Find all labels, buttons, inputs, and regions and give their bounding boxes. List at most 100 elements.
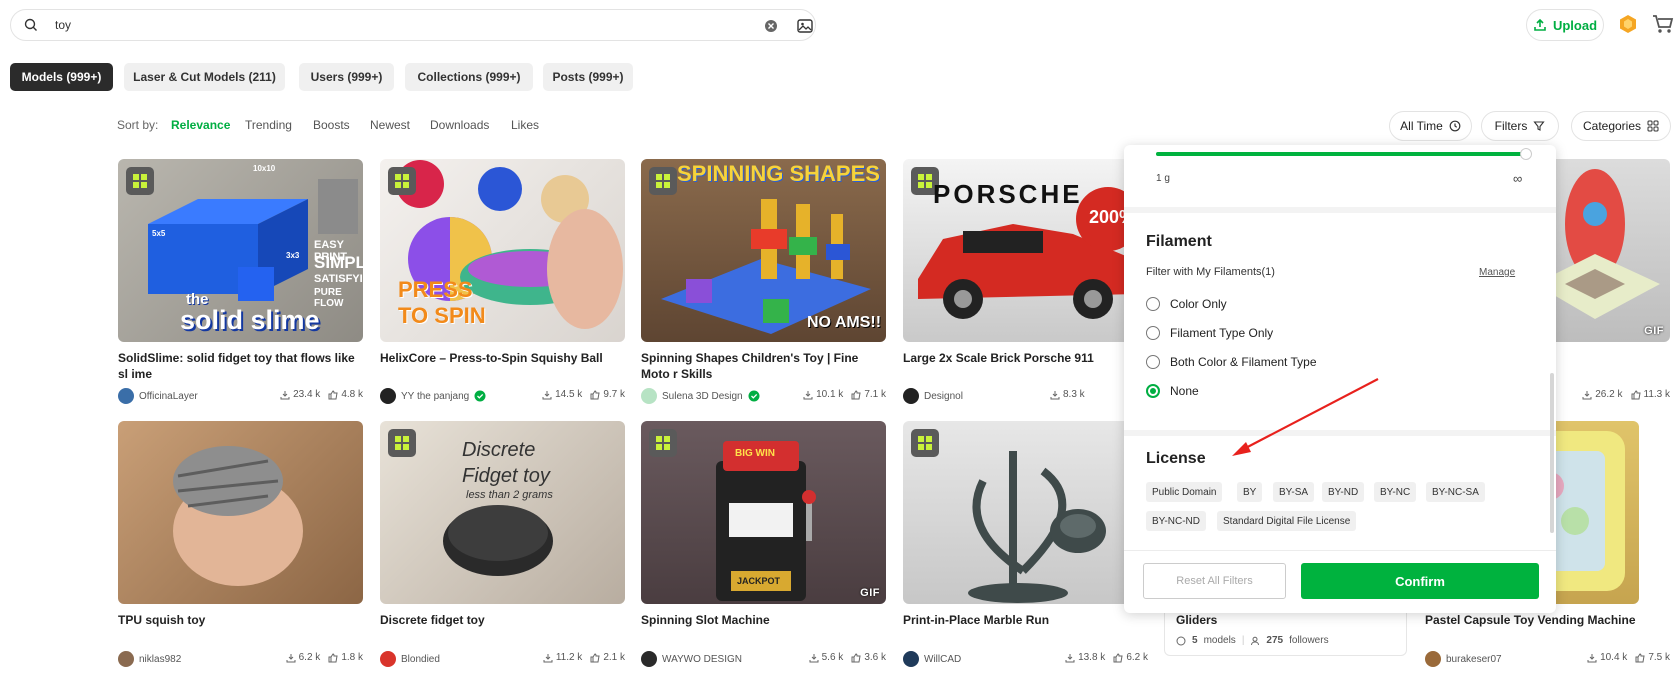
avatar xyxy=(118,388,134,404)
weight-filter: 1 g ∞ xyxy=(1134,145,1534,205)
manage-filaments-link[interactable]: Manage xyxy=(1479,267,1515,278)
download-icon xyxy=(1050,390,1060,399)
confirm-button[interactable]: Confirm xyxy=(1301,563,1539,599)
card-stats: 26.2 k 11.3 k xyxy=(1560,389,1670,400)
weight-slider-handle[interactable] xyxy=(1520,148,1532,160)
card-stats: 11.2 k 2.1 k xyxy=(515,652,625,663)
card-title[interactable]: Spinning Shapes Children's Toy | Fine Mo… xyxy=(641,350,887,382)
overlay-text: Discrete xyxy=(462,439,536,461)
card-thumbnail[interactable]: Discrete Fidget toy less than 2 grams xyxy=(380,421,625,604)
filters-button[interactable]: Filters xyxy=(1481,111,1559,141)
overlay-text: TO SPIN xyxy=(398,303,486,328)
sort-newest[interactable]: Newest xyxy=(370,118,410,132)
download-icon xyxy=(1587,653,1597,662)
card-title[interactable]: Pastel Capsule Toy Vending Machine xyxy=(1425,612,1671,628)
license-chip-by-sa[interactable]: BY-SA xyxy=(1273,482,1315,502)
sort-likes[interactable]: Likes xyxy=(511,118,539,132)
upload-button[interactable]: Upload xyxy=(1526,9,1604,41)
tab-collections[interactable]: Collections (999+) xyxy=(405,63,533,91)
clear-icon[interactable] xyxy=(763,18,779,34)
card-author[interactable]: burakeser07 xyxy=(1425,651,1502,667)
license-chip-standard-digital-file[interactable]: Standard Digital File License xyxy=(1217,511,1357,531)
card-title[interactable]: Spinning Slot Machine xyxy=(641,612,887,628)
card-author[interactable]: Sulena 3D Design xyxy=(641,388,760,404)
avatar xyxy=(641,651,657,667)
like-icon xyxy=(328,389,338,399)
radio-circle[interactable] xyxy=(1146,297,1160,311)
card-author[interactable]: YY the panjang xyxy=(380,388,486,404)
card-author[interactable]: niklas982 xyxy=(118,651,181,667)
tab-posts[interactable]: Posts (999+) xyxy=(543,63,633,91)
card-title[interactable]: Large 2x Scale Brick Porsche 911 xyxy=(903,350,1149,366)
card-stats: 5.6 k 3.6 k xyxy=(776,652,886,663)
card-author[interactable]: OfficinaLayer xyxy=(118,388,198,404)
license-chip-by-nd[interactable]: BY-ND xyxy=(1322,482,1365,502)
card-thumbnail[interactable] xyxy=(903,421,1148,604)
card-author[interactable]: Blondied xyxy=(380,651,440,667)
cart-icon[interactable] xyxy=(1652,14,1674,34)
radio-circle-selected[interactable] xyxy=(1146,384,1160,398)
card-thumbnail[interactable]: BIG WIN JACKPOT GIF xyxy=(641,421,886,604)
card-thumbnail[interactable]: 10x10 3x3 5x5 EASY PRINT SIMPLE SATISFYI… xyxy=(118,159,363,342)
panel-scrollbar[interactable] xyxy=(1550,373,1554,533)
download-icon xyxy=(280,390,290,399)
sort-boosts[interactable]: Boosts xyxy=(313,118,350,132)
card-title[interactable]: Discrete fidget toy xyxy=(380,612,626,628)
download-icon xyxy=(1065,653,1075,662)
card-thumbnail[interactable]: PRESS TO SPIN xyxy=(380,159,625,342)
license-chip-by-nc[interactable]: BY-NC xyxy=(1374,482,1417,502)
weight-min-label: 1 g xyxy=(1156,173,1170,184)
card-stats: 6.2 k 1.8 k xyxy=(253,652,363,663)
maker-badge-icon xyxy=(126,167,154,195)
sort-downloads[interactable]: Downloads xyxy=(430,118,489,132)
card-author[interactable]: Designol xyxy=(903,388,963,404)
model-icon xyxy=(1176,636,1186,645)
radio-color-only[interactable]: Color Only xyxy=(1146,297,1227,311)
card-author[interactable]: WAYWO DESIGN xyxy=(641,651,742,667)
license-chip-by-nc-nd[interactable]: BY-NC-ND xyxy=(1146,511,1206,531)
card-title[interactable]: SolidSlime: solid fidget toy that flows … xyxy=(118,350,364,382)
like-icon xyxy=(1635,652,1645,662)
collection-models-count: 5 xyxy=(1192,635,1198,646)
like-icon xyxy=(590,389,600,399)
reset-filters-button[interactable]: Reset All Filters xyxy=(1143,563,1286,599)
image-search-icon[interactable] xyxy=(796,17,814,35)
search-bar[interactable]: toy xyxy=(10,9,816,41)
radio-none[interactable]: None xyxy=(1146,384,1199,398)
card-title[interactable]: HelixCore – Press-to-Spin Squishy Ball xyxy=(380,350,626,366)
radio-both-color-filament-type[interactable]: Both Color & Filament Type xyxy=(1146,355,1317,369)
tab-models[interactable]: Models (999+) xyxy=(10,63,113,91)
sort-trending[interactable]: Trending xyxy=(245,118,292,132)
categories-button[interactable]: Categories xyxy=(1571,111,1671,141)
overlay-text: PURE FLOW xyxy=(314,287,344,309)
license-chip-by-nc-sa[interactable]: BY-NC-SA xyxy=(1426,482,1485,502)
author-name: YY the panjang xyxy=(401,390,470,402)
card-title[interactable]: Print-in-Place Marble Run xyxy=(903,612,1149,628)
tab-laser-cut-models[interactable]: Laser & Cut Models (211) xyxy=(124,63,285,91)
search-input[interactable]: toy xyxy=(55,18,71,32)
time-range-dropdown[interactable]: All Time xyxy=(1389,111,1472,141)
collection-title: Gliders xyxy=(1176,613,1218,627)
card-thumbnail[interactable]: SPINNING SHAPES NO AMS!! xyxy=(641,159,886,342)
points-icon[interactable] xyxy=(1618,14,1638,34)
overlay-text: PORSCHE xyxy=(933,179,1083,209)
tab-users[interactable]: Users (999+) xyxy=(299,63,394,91)
sort-relevance[interactable]: Relevance xyxy=(171,118,230,132)
card-title[interactable]: TPU squish toy xyxy=(118,612,364,628)
card-thumbnail[interactable]: PORSCHE 200% xyxy=(903,159,1148,342)
avatar xyxy=(641,388,657,404)
radio-filament-type-only[interactable]: Filament Type Only xyxy=(1146,326,1273,340)
card-author[interactable]: WillCAD xyxy=(903,651,961,667)
radio-circle[interactable] xyxy=(1146,326,1160,340)
upload-icon xyxy=(1534,18,1546,31)
radio-circle[interactable] xyxy=(1146,355,1160,369)
grid-icon xyxy=(1647,120,1659,132)
avatar xyxy=(118,651,134,667)
verified-icon xyxy=(748,390,760,402)
license-chip-by[interactable]: BY xyxy=(1237,482,1263,502)
license-chip-public-domain[interactable]: Public Domain xyxy=(1146,482,1223,502)
card-thumbnail[interactable] xyxy=(118,421,363,604)
weight-slider-track[interactable] xyxy=(1156,148,1532,160)
author-name: OfficinaLayer xyxy=(139,390,198,402)
overlay-text: 10x10 xyxy=(253,164,276,173)
